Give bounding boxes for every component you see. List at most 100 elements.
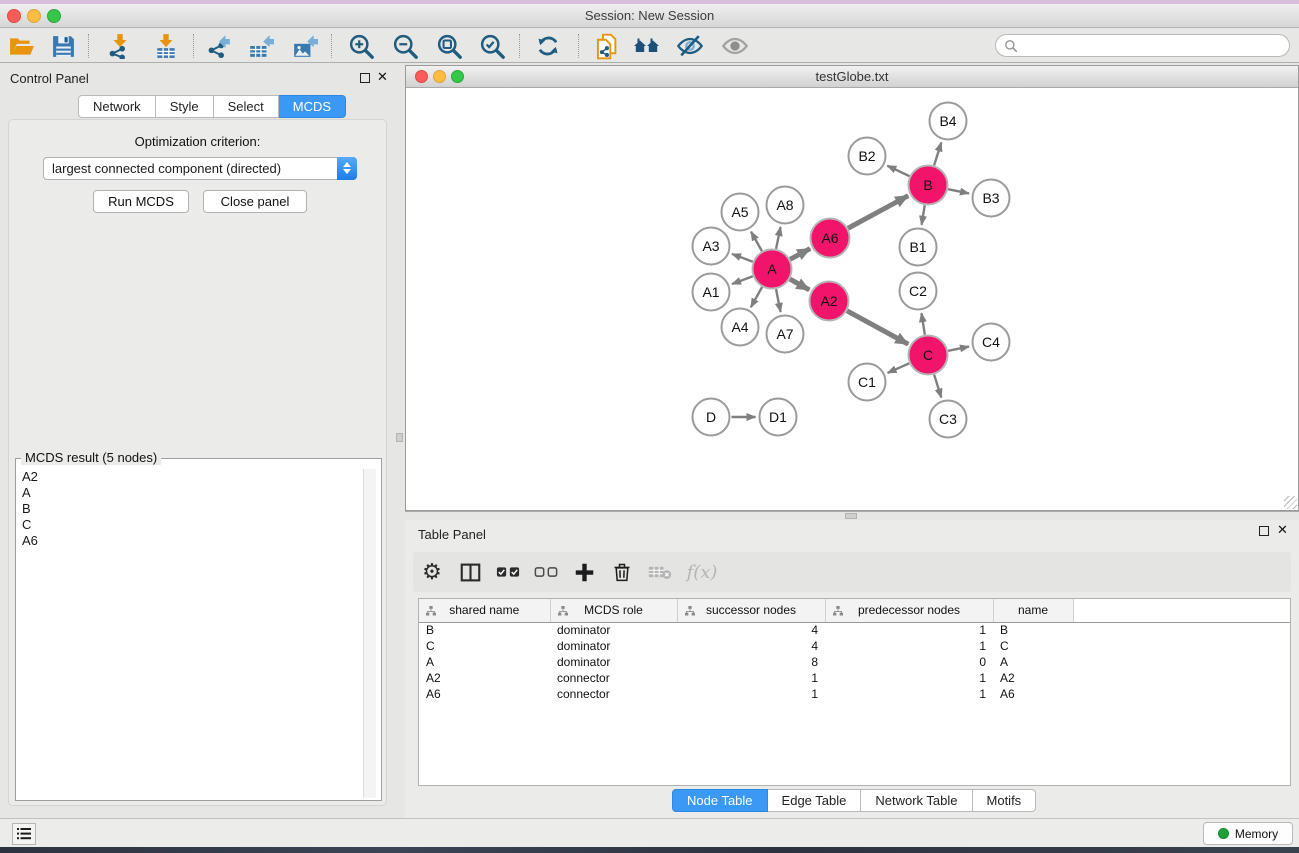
edge-A-A7[interactable] [776, 289, 781, 312]
save-session-icon[interactable] [46, 32, 80, 60]
import-table-icon[interactable] [149, 32, 183, 60]
node-A3[interactable]: A3 [693, 228, 730, 265]
zoom-in-icon[interactable] [344, 32, 378, 60]
zoom-out-icon[interactable] [388, 32, 422, 60]
column-header-name[interactable]: name [993, 599, 1073, 622]
tab-node-table[interactable]: Node Table [672, 789, 768, 812]
node-B[interactable]: B [909, 166, 948, 205]
node-A1[interactable]: A1 [693, 274, 730, 311]
mcds-result-item[interactable]: B [17, 501, 369, 517]
tab-network-table[interactable]: Network Table [861, 789, 972, 812]
horizontal-splitter[interactable] [405, 511, 1299, 520]
node-C4[interactable]: C4 [973, 324, 1010, 361]
toolbar-search[interactable] [995, 34, 1290, 57]
edge-B-B3[interactable] [948, 189, 969, 193]
edge-B-B1[interactable] [922, 205, 925, 225]
node-A[interactable]: A [753, 250, 792, 289]
mcds-result-item[interactable]: C [17, 517, 369, 533]
close-panel-button[interactable]: Close panel [203, 190, 307, 213]
edge-B-B2[interactable] [887, 166, 909, 177]
column-header-successor-nodes[interactable]: successor nodes [677, 599, 825, 622]
zoom-fit-icon[interactable] [432, 32, 466, 60]
edge-A-A5[interactable] [751, 232, 762, 252]
edge-C-C1[interactable] [888, 363, 910, 373]
node-C2[interactable]: C2 [900, 273, 937, 310]
node-B4[interactable]: B4 [930, 103, 967, 140]
node-A2[interactable]: A2 [810, 282, 849, 321]
node-A6[interactable]: A6 [811, 219, 850, 258]
column-header-predecessor-nodes[interactable]: predecessor nodes [825, 599, 993, 622]
table-row[interactable]: Bdominator41B [419, 622, 1290, 638]
node-A5[interactable]: A5 [722, 194, 759, 231]
clone-network-icon[interactable] [590, 32, 624, 60]
function-builder-icon[interactable]: f(x) [679, 552, 725, 592]
tab-network[interactable]: Network [78, 95, 156, 118]
float-panel-icon[interactable] [360, 73, 370, 83]
edge-A-A8[interactable] [776, 227, 780, 249]
network-canvas-svg[interactable]: B4 B2 B B3 A8A5 A6 A3 B1 A A1 C2 A2 A4A7 C4 C C1 D D1 C3 [406, 88, 1298, 510]
node-B2[interactable]: B2 [849, 138, 886, 175]
node-A8[interactable]: A8 [767, 187, 804, 224]
float-panel-icon[interactable] [1259, 526, 1269, 536]
export-network-icon[interactable] [202, 32, 236, 60]
show-details-icon[interactable] [718, 32, 752, 60]
memory-button[interactable]: Memory [1203, 822, 1293, 845]
vertical-splitter[interactable] [395, 63, 404, 818]
mcds-result-item[interactable]: A [17, 485, 369, 501]
table-row[interactable]: Cdominator41C [419, 638, 1290, 654]
mcds-result-item[interactable]: A6 [17, 533, 369, 549]
select-all-icon[interactable] [489, 552, 527, 592]
node-B3[interactable]: B3 [973, 180, 1010, 217]
add-column-icon[interactable] [565, 552, 603, 592]
show-columns-icon[interactable] [451, 552, 489, 592]
optimization-criterion-select[interactable]: largest connected component (directed) [43, 157, 357, 180]
node-C3[interactable]: C3 [930, 401, 967, 438]
delete-column-trash-icon[interactable] [603, 552, 641, 592]
network-window-titlebar[interactable]: testGlobe.txt [406, 66, 1298, 88]
edge-B-B4[interactable] [934, 142, 941, 165]
splitter-grip[interactable] [396, 433, 403, 442]
node-B1[interactable]: B1 [900, 229, 937, 266]
node-D[interactable]: D [693, 399, 730, 436]
table-settings-gear-icon[interactable]: ⚙ [413, 552, 451, 592]
table-row[interactable]: Adominator80A [419, 654, 1290, 670]
open-session-icon[interactable] [5, 32, 39, 60]
tab-motifs[interactable]: Motifs [973, 789, 1037, 812]
edge-C-C3[interactable] [934, 375, 941, 398]
table-header-row[interactable]: shared name MCDS role successor nodes pr… [419, 599, 1290, 622]
edge-A2-C[interactable] [847, 311, 908, 344]
tab-select[interactable]: Select [214, 95, 279, 118]
edge-A-A3[interactable] [732, 254, 753, 262]
column-header-mcds-role[interactable]: MCDS role [550, 599, 677, 622]
edge-A-A4[interactable] [751, 287, 762, 307]
edge-A-A6[interactable] [790, 249, 810, 260]
column-header-shared-name[interactable]: shared name [419, 599, 550, 622]
hide-details-icon[interactable] [673, 32, 707, 60]
mcds-result-item[interactable]: A2 [17, 469, 369, 485]
mcds-result-scrollbar[interactable] [363, 469, 376, 798]
edge-A6-B[interactable] [848, 196, 908, 229]
export-table-icon[interactable] [244, 32, 278, 60]
edge-A-A2[interactable] [790, 279, 810, 290]
search-input[interactable] [1018, 39, 1289, 53]
deselect-all-icon[interactable] [527, 552, 565, 592]
node-A4[interactable]: A4 [722, 309, 759, 346]
edge-A-A1[interactable] [732, 276, 753, 284]
tab-style[interactable]: Style [156, 95, 214, 118]
home-layout-icon[interactable] [630, 32, 664, 60]
close-panel-icon[interactable]: ✕ [377, 69, 388, 85]
edge-C-C2[interactable] [921, 313, 924, 335]
tab-mcds[interactable]: MCDS [279, 95, 346, 118]
node-C[interactable]: C [909, 336, 948, 375]
table-row[interactable]: A2connector11A2 [419, 670, 1290, 686]
refresh-view-icon[interactable] [531, 32, 565, 60]
splitter-grip[interactable] [845, 513, 857, 519]
task-history-icon[interactable] [12, 823, 36, 845]
export-image-icon[interactable] [288, 32, 322, 60]
close-panel-icon[interactable]: ✕ [1277, 522, 1288, 538]
node-A7[interactable]: A7 [767, 316, 804, 353]
node-C1[interactable]: C1 [849, 364, 886, 401]
run-mcds-button[interactable]: Run MCDS [93, 190, 189, 213]
delete-table-icon[interactable] [641, 552, 679, 592]
node-D1[interactable]: D1 [760, 399, 797, 436]
